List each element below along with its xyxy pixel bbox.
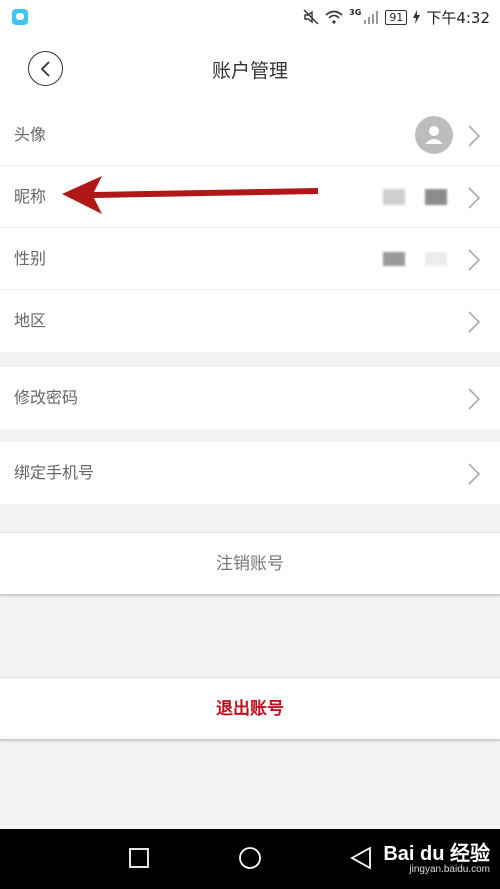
- nickname-value-blurred: [383, 189, 405, 205]
- recent-apps-icon[interactable]: [129, 848, 149, 868]
- region-row[interactable]: 地区: [0, 290, 500, 352]
- signal-icon: [364, 11, 379, 24]
- chevron-right-icon: [468, 125, 480, 147]
- gender-value-blurred-2: [425, 252, 447, 266]
- home-icon[interactable]: [238, 846, 262, 870]
- user-silhouette-icon: [425, 126, 443, 144]
- page-header: 账户管理: [0, 34, 500, 104]
- back-triangle-icon[interactable]: [350, 847, 372, 869]
- gender-label: 性别: [14, 249, 47, 268]
- nickname-value-blurred-2: [425, 189, 447, 205]
- status-indicators: 3G 91 下午4:32: [303, 7, 490, 27]
- gender-value-blurred: [383, 252, 405, 266]
- chevron-right-icon: [468, 311, 480, 333]
- change-password-label: 修改密码: [14, 388, 79, 407]
- chevron-right-icon: [468, 187, 480, 209]
- logout-button[interactable]: 退出账号: [0, 677, 500, 739]
- cancel-account-label: 注销账号: [216, 554, 284, 574]
- page-title: 账户管理: [211, 60, 288, 82]
- status-time: 下午4:32: [426, 8, 490, 27]
- chevron-right-icon: [468, 388, 480, 410]
- change-password-row[interactable]: 修改密码: [0, 367, 500, 429]
- password-settings-group: 修改密码: [0, 367, 500, 429]
- bind-phone-label: 绑定手机号: [14, 463, 95, 482]
- avatar-label: 头像: [14, 125, 47, 144]
- charging-icon: [413, 10, 421, 24]
- app-notification-icon: [12, 9, 28, 25]
- watermark-main: Bai du 经验: [383, 843, 490, 865]
- chevron-right-icon: [468, 249, 480, 271]
- profile-settings-group: 头像 昵称 性别 地区: [0, 104, 500, 352]
- baidu-jingyan-watermark: Bai du 经验 jingyan.baidu.com: [383, 837, 490, 875]
- logout-label: 退出账号: [216, 699, 284, 719]
- gender-row[interactable]: 性别: [0, 228, 500, 290]
- annotation-arrow-icon: [62, 176, 318, 214]
- phone-settings-group: 绑定手机号: [0, 442, 500, 504]
- cancel-account-button[interactable]: 注销账号: [0, 532, 500, 594]
- avatar[interactable]: [415, 116, 453, 154]
- chevron-right-icon: [468, 463, 480, 485]
- bind-phone-row[interactable]: 绑定手机号: [0, 442, 500, 504]
- status-bar: 3G 91 下午4:32: [0, 0, 500, 34]
- avatar-row[interactable]: 头像: [0, 104, 500, 166]
- system-navigation-bar: Bai du 经验 jingyan.baidu.com: [0, 829, 500, 889]
- network-type-label: 3G: [349, 7, 362, 17]
- nickname-label: 昵称: [14, 187, 47, 206]
- region-label: 地区: [14, 311, 47, 330]
- wifi-icon: [325, 10, 343, 24]
- mute-icon: [303, 9, 319, 25]
- battery-indicator: 91: [385, 9, 408, 25]
